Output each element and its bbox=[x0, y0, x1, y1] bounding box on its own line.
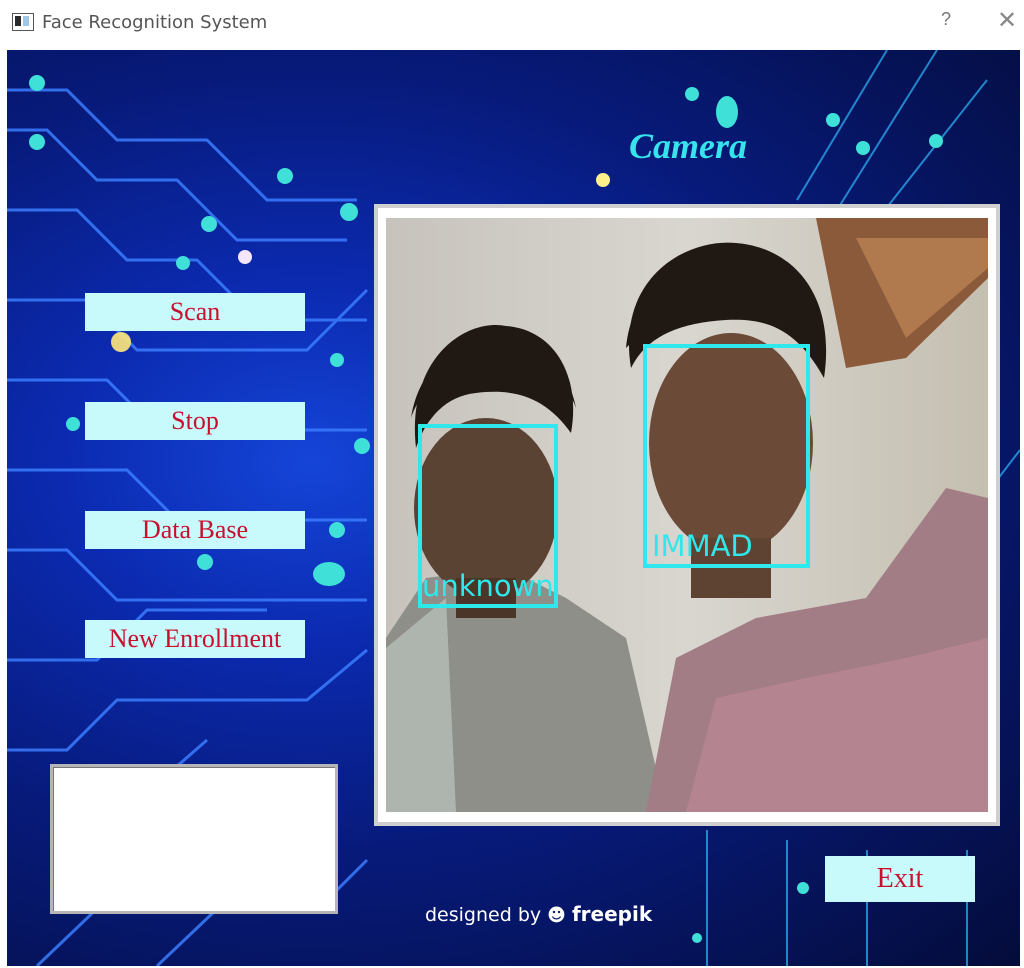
status-display bbox=[50, 764, 338, 914]
window-title: Face Recognition System bbox=[42, 12, 268, 33]
scan-button[interactable]: Scan bbox=[85, 293, 305, 331]
camera-feed: unknown IMMAD bbox=[386, 218, 988, 812]
close-icon[interactable]: ✕ bbox=[994, 6, 1020, 35]
face-label-immad: IMMAD bbox=[652, 529, 753, 563]
credit-prefix: designed by bbox=[425, 904, 542, 926]
new-enrollment-button[interactable]: New Enrollment bbox=[85, 620, 305, 658]
camera-frame: unknown IMMAD bbox=[374, 204, 1000, 826]
help-icon[interactable]: ? bbox=[936, 9, 956, 30]
designer-credit: designed by ☻ freepik bbox=[425, 902, 652, 926]
camera-title: Camera bbox=[629, 126, 748, 166]
credit-brand: freepik bbox=[571, 902, 653, 926]
main-panel: Camera Scan Stop Data Base New Enrollmen… bbox=[7, 50, 1020, 966]
title-bar: Face Recognition System ? ✕ bbox=[0, 0, 1024, 48]
window-app-icon bbox=[12, 13, 34, 31]
face-label-unknown: unknown bbox=[422, 569, 554, 603]
stop-button[interactable]: Stop bbox=[85, 402, 305, 440]
database-button[interactable]: Data Base bbox=[85, 511, 305, 549]
exit-button[interactable]: Exit bbox=[825, 856, 975, 902]
freepik-logo-icon: ☻ bbox=[547, 905, 566, 926]
